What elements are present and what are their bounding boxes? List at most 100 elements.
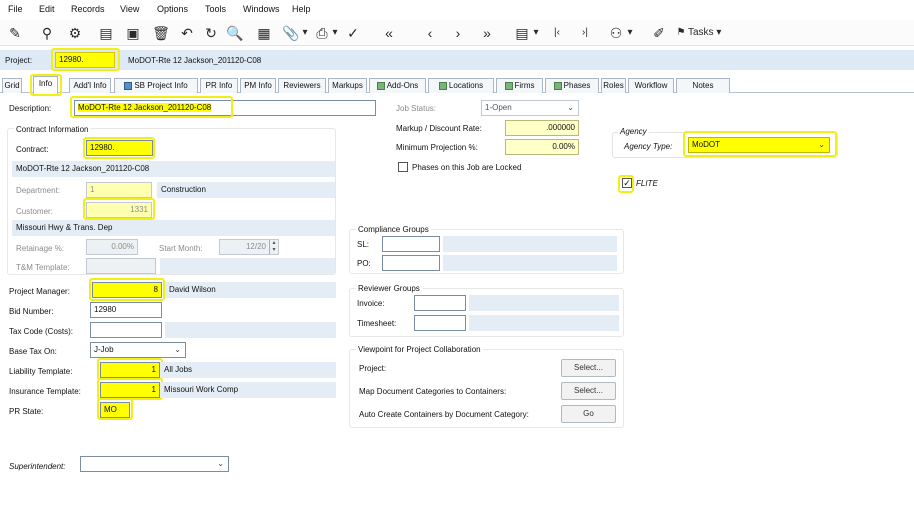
menu-records[interactable]: Records [71, 4, 105, 14]
tab-firms-label: Firms [514, 81, 535, 90]
project-manager-input[interactable]: 8 [92, 282, 162, 298]
tax-code-label: Tax Code (Costs): [9, 327, 74, 336]
customer-label: Customer: [16, 207, 53, 216]
find-icon[interactable]: ⚲ [38, 23, 56, 43]
tax-code-input[interactable] [90, 322, 162, 338]
liability-template-name: All Jobs [160, 362, 336, 378]
map-docs-select-button[interactable]: Select... [561, 382, 616, 400]
viewpoint-project-select-button[interactable]: Select... [561, 359, 616, 377]
viewpoint-project-label: Project: [359, 364, 387, 373]
people-icon[interactable]: ⚇ [607, 23, 625, 43]
project-bar: Project: 12980. MoDOT-Rte 12 Jackson_201… [0, 50, 914, 70]
menu-view[interactable]: View [120, 4, 139, 14]
form-dropdown-icon[interactable]: ▾ [531, 23, 541, 43]
compliance-sl-label: SL: [357, 240, 370, 249]
tab-reviewers[interactable]: Reviewers [278, 78, 326, 93]
compliance-po-label: PO: [357, 259, 371, 268]
compliance-po-input[interactable] [382, 255, 440, 271]
insurance-template-input[interactable]: 1 [100, 382, 160, 398]
auto-create-label: Auto Create Containers by Document Categ… [359, 410, 529, 419]
phases-locked-checkbox[interactable] [398, 162, 408, 172]
pr-state-input[interactable]: MO [100, 402, 130, 418]
search-icon[interactable]: 🔍 [226, 23, 244, 43]
flite-checkbox[interactable]: ✓ [622, 178, 632, 188]
retainage-input[interactable]: 0.00% [86, 239, 138, 255]
project-number-input[interactable]: 12980. [55, 52, 115, 68]
edit-icon[interactable]: ✎ [6, 23, 24, 43]
reviewer-timesheet-input[interactable] [414, 315, 466, 331]
map-docs-label: Map Document Categories to Containers: [359, 387, 507, 396]
tab-workflow[interactable]: Workflow [628, 78, 674, 93]
first-record-icon[interactable]: « [380, 23, 398, 43]
toolbar: ✎ ⚲ ⚙ ▤ ▣ 🗑 ↶ ↻ 🔍 ▦ 📎 ▾ ⎙ ▾ ✓ « ‹ › » ▤ … [0, 20, 914, 46]
previous-record-icon[interactable]: ‹ [421, 23, 439, 43]
tab-grid[interactable]: Grid [2, 78, 22, 93]
tab-sb-project-info[interactable]: SB Project Info [114, 78, 198, 93]
tasks-button[interactable]: Tasks ▾ [688, 23, 728, 43]
attach-icon[interactable]: 📎 [282, 23, 300, 43]
customer-name: Missouri Hwy & Trans. Dep [12, 220, 335, 236]
auto-create-go-button[interactable]: Go [561, 405, 616, 423]
save-icon[interactable]: ▣ [124, 23, 142, 43]
form-icon[interactable]: ▤ [513, 23, 531, 43]
liability-template-input[interactable]: 1 [100, 362, 160, 378]
menu-options[interactable]: Options [157, 4, 188, 14]
base-tax-select[interactable]: J-Job ⌄ [90, 342, 186, 358]
tab-markups[interactable]: Markups [328, 78, 367, 93]
print-dropdown-icon[interactable]: ▾ [330, 23, 340, 43]
agency-type-select[interactable]: MoDOT ⌄ [688, 137, 830, 153]
customer-input[interactable]: 1331 [86, 202, 152, 218]
tab-firms[interactable]: Firms [496, 78, 543, 93]
people-dropdown-icon[interactable]: ▾ [625, 23, 635, 43]
grid-icon[interactable]: ▦ [255, 23, 273, 43]
tab-pr-info[interactable]: PR Info [200, 78, 238, 93]
start-month-spinner-icon[interactable]: ▴ ▾ [269, 240, 278, 254]
last-icon[interactable]: ›| [577, 23, 593, 43]
start-month-value: 12/20 [245, 242, 266, 251]
tab-addl-info[interactable]: Add'l Info [69, 78, 111, 93]
contract-input[interactable]: 12980. [86, 140, 153, 156]
gear-icon[interactable]: ⚙ [66, 23, 84, 43]
last-record-icon[interactable]: » [478, 23, 496, 43]
undo-icon[interactable]: ↶ [178, 23, 196, 43]
menu-help[interactable]: Help [292, 4, 311, 14]
job-status-select[interactable]: 1-Open ⌄ [481, 100, 579, 116]
description-input[interactable]: MoDOT-Rte 12 Jackson_201120-C08 [74, 100, 376, 116]
refresh-icon[interactable]: ↻ [202, 23, 220, 43]
spellcheck-icon[interactable]: ✓ [344, 23, 362, 43]
print-icon[interactable]: ⎙ [313, 23, 331, 43]
menu-tools[interactable]: Tools [205, 4, 226, 14]
next-record-icon[interactable]: › [449, 23, 467, 43]
tm-template-input[interactable] [86, 258, 156, 274]
tab-pm-info[interactable]: PM Info [240, 78, 276, 93]
markup-input[interactable]: .000000 [505, 120, 579, 136]
menu-windows[interactable]: Windows [243, 4, 280, 14]
tab-notes[interactable]: Notes [676, 78, 730, 93]
tab-locations-label: Locations [448, 81, 484, 90]
delete-icon[interactable]: 🗑 [152, 23, 170, 43]
menu-edit[interactable]: Edit [39, 4, 55, 14]
chevron-down-icon: ⌄ [174, 345, 181, 354]
flag-icon: ⚑ [676, 27, 686, 38]
tab-roles[interactable]: Roles [601, 78, 626, 93]
menu-file[interactable]: File [8, 4, 23, 14]
agency-type-label: Agency Type: [624, 142, 673, 151]
start-month-input[interactable]: 12/20 ▴ ▾ [219, 239, 279, 255]
tab-sb-project-info-label: SB Project Info [134, 81, 188, 90]
compliance-sl-input[interactable] [382, 236, 440, 252]
reviewer-invoice-input[interactable] [414, 295, 466, 311]
superintendent-select[interactable]: ⌄ [80, 456, 229, 472]
department-input[interactable]: 1 [86, 182, 152, 198]
bid-number-input[interactable]: 12980 [90, 302, 162, 318]
tab-info[interactable]: Info [33, 76, 58, 94]
min-projection-input[interactable]: 0.00% [505, 139, 579, 155]
tab-locations[interactable]: Locations [428, 78, 494, 93]
pen-icon[interactable]: ✐ [650, 23, 668, 43]
first-icon[interactable]: |‹ [549, 23, 565, 43]
tab-phases[interactable]: Phases [545, 78, 599, 93]
department-name: Construction [157, 182, 335, 198]
new-record-icon[interactable]: ▤ [97, 23, 115, 43]
tab-add-ons[interactable]: Add-Ons [369, 78, 426, 93]
attach-dropdown-icon[interactable]: ▾ [300, 23, 310, 43]
tax-code-description [165, 322, 336, 338]
